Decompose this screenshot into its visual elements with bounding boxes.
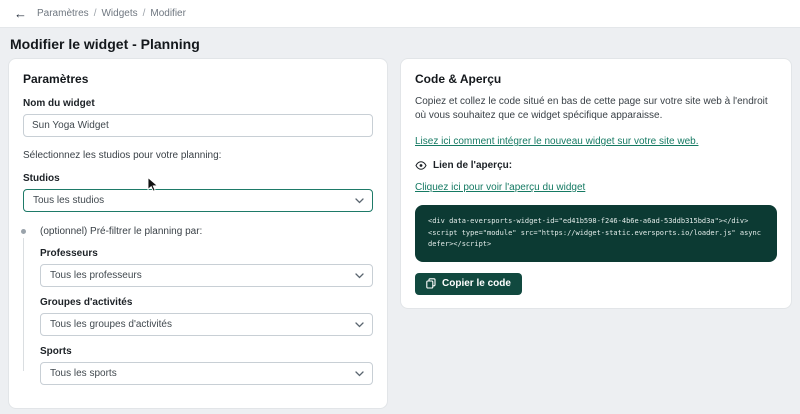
- breadcrumb-modifier[interactable]: Modifier: [150, 8, 186, 19]
- studios-select[interactable]: Tous les studios: [23, 189, 373, 212]
- sports-label: Sports: [40, 346, 72, 357]
- settings-card-title: Paramètres: [23, 72, 89, 86]
- step-dot-icon: [21, 229, 26, 234]
- optional-filter-label: (optionnel) Pré-filtrer le planning par:: [40, 226, 203, 237]
- studios-label: Studios: [23, 173, 60, 184]
- filter-sports: Sports Tous les sports: [40, 346, 373, 385]
- studios-select-value: Tous les studios: [33, 195, 105, 206]
- breadcrumb-widgets[interactable]: Widgets: [101, 8, 137, 19]
- filter-groupes-activites: Groupes d'activités Tous les groupes d'a…: [40, 297, 373, 336]
- preview-row: Lien de l'aperçu:: [415, 160, 777, 171]
- page-title: Modifier le widget - Planning: [10, 36, 200, 52]
- code-card-title: Code & Aperçu: [415, 72, 502, 86]
- copy-code-label: Copier le code: [442, 278, 511, 290]
- optional-filters-group: (optionnel) Pré-filtrer le planning par:…: [21, 226, 373, 385]
- preview-link[interactable]: Cliquez ici pour voir l'aperçu du widget: [415, 182, 585, 193]
- back-icon[interactable]: ←: [14, 7, 27, 20]
- eye-icon: [415, 161, 427, 170]
- right-column: Code & Aperçu Copiez et collez le code s…: [400, 58, 792, 309]
- professeurs-select-value: Tous les professeurs: [50, 270, 142, 281]
- chevron-down-icon: [355, 272, 364, 278]
- step-rail-line: [23, 238, 24, 371]
- top-bar: ← Paramètres / Widgets / Modifier: [0, 0, 800, 28]
- breadcrumb-separator: /: [93, 8, 97, 19]
- professeurs-select[interactable]: Tous les professeurs: [40, 264, 373, 287]
- integration-help-link[interactable]: Lisez ici comment intégrer le nouveau wi…: [415, 136, 698, 147]
- breadcrumb-parametres[interactable]: Paramètres: [37, 8, 89, 19]
- breadcrumb-separator: /: [142, 8, 146, 19]
- chevron-down-icon: [355, 197, 364, 203]
- preview-label: Lien de l'aperçu:: [433, 160, 513, 171]
- groupes-activites-select-value: Tous les groupes d'activités: [50, 319, 172, 330]
- widget-name-label: Nom du widget: [23, 98, 95, 109]
- embed-code-block[interactable]: <div data-eversports-widget-id="ed41b598…: [415, 205, 777, 262]
- chevron-down-icon: [355, 370, 364, 376]
- copy-icon: [426, 278, 436, 289]
- filter-professeurs: Professeurs Tous les professeurs: [40, 248, 373, 287]
- widget-name-input[interactable]: [23, 114, 373, 137]
- sports-select[interactable]: Tous les sports: [40, 362, 373, 385]
- left-column: Paramètres Nom du widget Sélectionnez le…: [8, 58, 388, 414]
- groupes-activites-select[interactable]: Tous les groupes d'activités: [40, 313, 373, 336]
- chevron-down-icon: [355, 321, 364, 327]
- copy-code-button[interactable]: Copier le code: [415, 272, 522, 295]
- code-preview-card: Code & Aperçu Copiez et collez le code s…: [400, 58, 792, 309]
- studios-intro-text: Sélectionnez les studios pour votre plan…: [23, 150, 222, 161]
- groupes-activites-label: Groupes d'activités: [40, 297, 133, 308]
- breadcrumb: Paramètres / Widgets / Modifier: [37, 8, 186, 19]
- professeurs-label: Professeurs: [40, 248, 98, 259]
- sports-select-value: Tous les sports: [50, 368, 117, 379]
- code-description: Copiez et collez le code situé en bas de…: [415, 96, 768, 121]
- settings-card: Paramètres Nom du widget Sélectionnez le…: [8, 58, 388, 409]
